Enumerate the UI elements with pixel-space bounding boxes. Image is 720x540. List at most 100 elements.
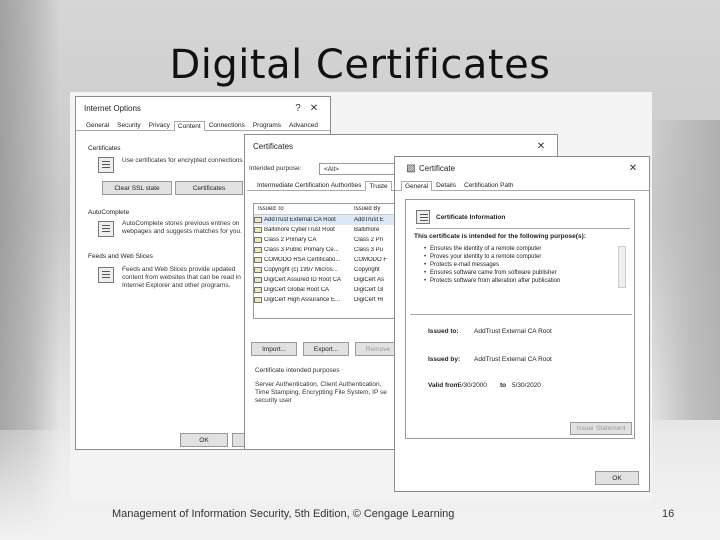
purpose-item: Ensures the identity of a remote compute… (414, 245, 624, 253)
certificate-icon (98, 157, 114, 173)
heading-divider (416, 228, 630, 229)
certificates-description: Use certificates for encrypted connectio… (122, 157, 244, 164)
tab-privacy[interactable]: Privacy (145, 120, 174, 130)
table-row[interactable]: DigiCert Global Root CA DigiCert Gl (254, 285, 398, 295)
issued-by-cell: Baltimore (354, 227, 380, 233)
table-row[interactable]: Copyright (c) 1997 Micros... Copyright (254, 265, 398, 275)
intended-purpose-select[interactable]: <All> (319, 163, 399, 175)
intended-purposes-text: Server Authentication, Client Authentica… (255, 381, 387, 404)
table-row[interactable]: DigiCert Assured ID Root CA DigiCert As (254, 275, 398, 285)
issued-to-cell: AddTrust External CA Root (264, 217, 336, 223)
certificates-tabs: Intermediate Certification Authorities T… (247, 179, 407, 191)
tab-security[interactable]: Security (113, 120, 144, 130)
certificate-icon (254, 217, 262, 223)
issued-to-cell: Copyright (c) 1997 Micros... (264, 267, 338, 273)
purpose-item: Ensures software came from software publ… (414, 269, 624, 277)
issued-to-cell: COMODO RSA Certificatio... (264, 257, 341, 263)
certificate-info-heading: Certificate Information (436, 214, 506, 221)
issued-to-value: AddTrust External CA Root (474, 328, 552, 335)
screenshot-area: Internet Options ? ✕ General Security Pr… (70, 92, 652, 500)
issued-by-value: AddTrust External CA Root (474, 356, 552, 363)
purpose-item: Protects e-mail messages (414, 261, 624, 269)
valid-from-label: Valid from (428, 382, 460, 389)
issued-by-cell: Class 3 Pu (354, 247, 384, 253)
ok-button[interactable]: OK (180, 433, 228, 447)
issued-to-cell: DigiCert High Assurance E... (264, 297, 341, 303)
tab-certification-path[interactable]: Certification Path (460, 180, 518, 190)
table-row[interactable]: AddTrust External CA Root AddTrust E (254, 215, 398, 225)
issued-to-cell: Class 3 Public Primary Ce... (264, 247, 339, 253)
issued-by-cell: COMODO F (354, 257, 387, 263)
certificate-title: Certificate (419, 163, 456, 173)
internet-options-tabs: General Security Privacy Content Connect… (76, 119, 330, 131)
help-button[interactable]: ? (290, 103, 306, 114)
issued-to-cell: Baltimore CyberTrust Root (264, 227, 335, 233)
internet-options-title: Internet Options (84, 103, 141, 113)
certificates-group-label: Certificates (88, 145, 121, 152)
valid-to-label: to (500, 382, 507, 389)
certificates-titlebar: Certificates ✕ (245, 135, 557, 157)
certificate-icon (254, 257, 262, 263)
certificate-icon (254, 247, 262, 253)
tab-details[interactable]: Details (432, 180, 460, 190)
certificate-list: Issued To Issued By AddTrust External CA… (253, 203, 399, 319)
tab-trusted-root[interactable]: Truste (365, 181, 392, 191)
background-building (650, 120, 720, 420)
certificate-icon (254, 237, 262, 243)
autocomplete-icon (98, 221, 114, 237)
tab-content[interactable]: Content (173, 121, 205, 131)
clear-ssl-button[interactable]: Clear SSL state (102, 181, 172, 195)
column-issued-by[interactable]: Issued By (354, 206, 394, 212)
certificate-title-icon: ▧ (406, 162, 416, 174)
feeds-icon (98, 267, 114, 283)
valid-to-value: 5/30/2020 (512, 382, 541, 389)
issued-to-cell: DigiCert Global Root CA (264, 287, 330, 293)
certificate-window: ▧ Certificate ✕ General Details Certific… (394, 156, 650, 492)
table-row[interactable]: DigiCert High Assurance E... DigiCert Hi (254, 295, 398, 305)
certificates-title: Certificates (253, 141, 294, 151)
tab-general[interactable]: General (401, 181, 433, 191)
tab-general[interactable]: General (82, 120, 113, 130)
tab-advanced[interactable]: Advanced (285, 120, 322, 130)
intended-purposes-label: Certificate intended purposes (255, 367, 340, 374)
export-button[interactable]: Export... (303, 342, 349, 356)
issued-by-cell: Class 2 Pri (354, 237, 384, 243)
column-issued-to[interactable]: Issued To (254, 206, 354, 212)
purpose-list: Ensures the identity of a remote compute… (414, 245, 624, 285)
autocomplete-group-label: AutoComplete (88, 209, 130, 216)
feeds-description: Feeds and Web Slices provide updated con… (122, 266, 241, 289)
issued-by-cell: DigiCert As (354, 277, 385, 283)
certificates-button[interactable]: Certificates (175, 181, 243, 195)
certificate-icon (416, 210, 430, 224)
list-header: Issued To Issued By (254, 204, 398, 215)
tab-connections[interactable]: Connections (205, 120, 249, 130)
table-row[interactable]: Class 3 Public Primary Ce... Class 3 Pu (254, 245, 398, 255)
tab-intermediate-ca[interactable]: Intermediate Certification Authorities (253, 180, 365, 190)
purpose-item: Proves your identity to a remote compute… (414, 253, 624, 261)
close-button[interactable]: ✕ (625, 163, 641, 174)
import-button[interactable]: Import... (251, 342, 297, 356)
close-button[interactable]: ✕ (533, 141, 549, 152)
feeds-group-label: Feeds and Web Slices (88, 253, 153, 260)
purpose-scrollbar[interactable] (618, 246, 626, 288)
issued-by-cell: DigiCert Gl (354, 287, 384, 293)
close-button[interactable]: ✕ (306, 103, 322, 114)
issued-to-label: Issued to: (428, 328, 459, 335)
issuer-statement-button[interactable]: Issuer Statement (570, 422, 632, 435)
issued-to-cell: DigiCert Assured ID Root CA (264, 277, 342, 283)
autocomplete-description: AutoComplete stores previous entries on … (122, 220, 242, 235)
slide-title: Digital Certificates (169, 42, 551, 88)
purpose-heading: This certificate is intended for the fol… (414, 233, 586, 240)
issued-to-cell: Class 2 Primary CA (264, 237, 317, 243)
table-row[interactable]: Baltimore CyberTrust Root Baltimore (254, 225, 398, 235)
table-row[interactable]: COMODO RSA Certificatio... COMODO F (254, 255, 398, 265)
table-row[interactable]: Class 2 Primary CA Class 2 Pri (254, 235, 398, 245)
tab-programs[interactable]: Programs (249, 120, 285, 130)
ok-button[interactable]: OK (595, 471, 639, 485)
certificate-info-panel: Certificate Information This certificate… (405, 199, 635, 439)
slide-footer: Management of Information Security, 5th … (112, 508, 455, 520)
certificate-titlebar: ▧ Certificate ✕ (395, 157, 649, 179)
certificate-icon (254, 277, 262, 283)
certificate-icon (254, 297, 262, 303)
certificate-tabs: General Details Certification Path (395, 179, 649, 191)
